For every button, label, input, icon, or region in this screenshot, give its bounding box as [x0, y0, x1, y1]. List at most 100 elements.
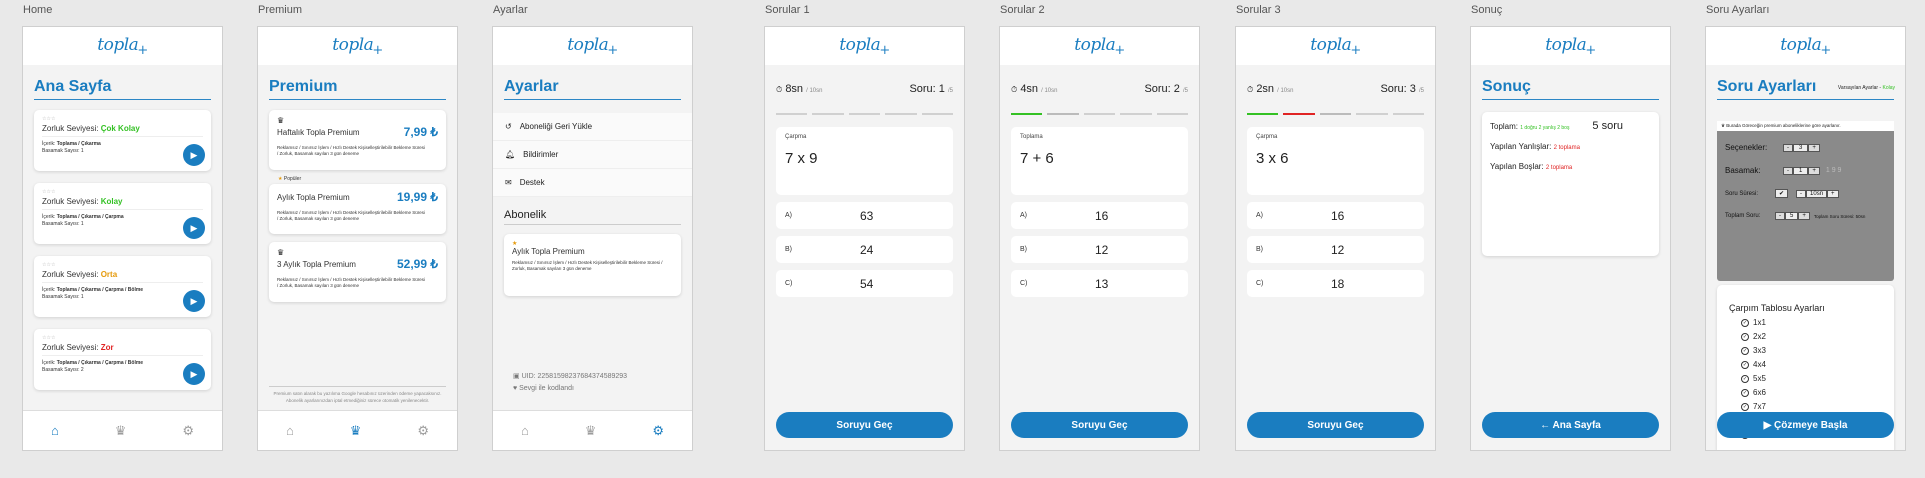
progress-segment: [776, 113, 808, 115]
digit-count: Basamak Sayısı: 1: [42, 221, 84, 227]
crown-icon[interactable]: ♛: [585, 423, 597, 439]
restore-subscription-item[interactable]: ↺ Aboneliği Geri Yükle: [493, 113, 692, 141]
multiplication-option[interactable]: ✓ 4x4: [1741, 360, 1894, 369]
increment-button[interactable]: +: [1827, 189, 1839, 198]
play-button[interactable]: ▶: [183, 363, 205, 385]
uid-text: ▣ UID: 22581598237684374589293: [513, 373, 628, 380]
progress-segment: [921, 113, 954, 115]
frame-label-soru-ayarlari: Soru Ayarları: [1706, 4, 1770, 16]
stars: ☆☆☆: [42, 335, 56, 341]
support-item[interactable]: ✉ Destek: [493, 169, 692, 197]
home-button[interactable]: ← Ana Sayfa: [1482, 412, 1659, 438]
premium-plan-card[interactable]: ♛ 3 Aylık Topla Premium 52,99 ₺ Reklamsız /…: [269, 242, 446, 302]
skip-question-button[interactable]: Soruyu Geç: [776, 412, 953, 438]
plan-price: 52,99 ₺: [397, 257, 438, 271]
premium-note: ♛ Burada Göreceğin premium aboneliklerin…: [1717, 121, 1894, 131]
crown-icon[interactable]: ♛: [350, 423, 362, 439]
premium-plan-card[interactable]: Aylık Topla Premium 19,99 ₺ Reklamsız / Sı…: [269, 184, 446, 234]
logo: topla+: [567, 34, 618, 58]
decrement-button[interactable]: -: [1796, 189, 1807, 198]
premium-plan-card[interactable]: ♛ Haftalık Topla Premium 7,99 ₺ Reklamsız /…: [269, 110, 446, 170]
answer-option[interactable]: A) 16: [1247, 202, 1424, 229]
operation-label: Çarpma: [1256, 134, 1278, 140]
app-header: topla+: [23, 27, 222, 65]
home-icon[interactable]: ⌂: [51, 423, 59, 438]
option-value: 54: [860, 276, 874, 291]
start-button[interactable]: ▶ Çözmeye Başla: [1717, 412, 1894, 438]
digits-value[interactable]: 1: [1793, 166, 1809, 175]
plan-name: Aylık Topla Premium: [277, 192, 350, 202]
multiplication-option[interactable]: ✓ 1x1: [1741, 318, 1894, 327]
total-value[interactable]: 5: [1785, 212, 1799, 220]
notifications-item[interactable]: 🔔︎ Bildirimler: [493, 141, 692, 169]
option-letter: A): [1020, 212, 1027, 219]
play-button[interactable]: ▶: [183, 290, 205, 312]
increment-button[interactable]: +: [1798, 212, 1810, 220]
timer: ⏱ 8sn / 10sn: [776, 83, 823, 95]
answer-option[interactable]: A) 16: [1011, 202, 1188, 229]
answer-option[interactable]: C) 18: [1247, 270, 1424, 297]
answer-option[interactable]: B) 12: [1011, 236, 1188, 263]
answer-option[interactable]: A) 63: [776, 202, 953, 229]
default-settings-link[interactable]: Varsayılan Ayarlar - Kolay: [1838, 85, 1895, 91]
timer: ⏱ 4sn / 10sn: [1011, 83, 1058, 95]
total-setting: Toplam Soru: -5 + Toplam Soru Süresi: 50sn: [1725, 212, 1866, 220]
total-row: Toplam: 1 doğru 2 yanlış 2 boş: [1490, 122, 1570, 131]
answer-option[interactable]: C) 13: [1011, 270, 1188, 297]
play-button[interactable]: ▶: [183, 144, 205, 166]
option-value: 12: [1331, 242, 1345, 257]
multiplication-option[interactable]: ✓ 2x2: [1741, 332, 1894, 341]
support-label: Destek: [519, 178, 545, 187]
play-button[interactable]: ▶: [183, 217, 205, 239]
subscription-section-title: Abonelik: [504, 209, 681, 225]
option-letter: B): [1256, 246, 1263, 253]
increment-button[interactable]: +: [1808, 166, 1820, 175]
difficulty-card[interactable]: ☆☆☆ Zorluk Seviyesi: Orta İçerik: Toplama …: [34, 256, 211, 317]
multiplication-option[interactable]: ✓ 6x6: [1741, 388, 1894, 397]
multiplication-option[interactable]: ✓ 7x7: [1741, 402, 1894, 411]
skip-question-button[interactable]: Soruyu Geç: [1011, 412, 1188, 438]
time-value[interactable]: 10sn: [1806, 189, 1828, 198]
home-icon[interactable]: ⌂: [521, 423, 529, 438]
app-header: topla+: [1706, 27, 1905, 65]
gear-icon[interactable]: ⚙: [652, 423, 664, 439]
digits-preview: 1 9 9: [1825, 167, 1842, 174]
options-value[interactable]: 3: [1793, 143, 1809, 152]
content-ops: İçerik: Toplama / Çıkarma / Çarpma / Böl…: [42, 360, 144, 366]
check-icon: ✓: [1741, 318, 1749, 327]
check-icon: ✓: [1741, 332, 1749, 341]
option-letter: B): [1020, 246, 1027, 253]
difficulty-card[interactable]: ☆☆☆ Zorluk Seviyesi: Zor İçerik: Toplama /…: [34, 329, 211, 390]
multiplication-option[interactable]: ✓ 5x5: [1741, 374, 1894, 383]
question-status: ⏱ 4sn / 10sn Soru: 2 /5: [1000, 65, 1199, 113]
digit-count: Basamak Sayısı: 1: [42, 148, 84, 154]
increment-button[interactable]: +: [1808, 143, 1820, 152]
option-value: 16: [1095, 208, 1109, 223]
gear-icon[interactable]: ⚙: [182, 423, 194, 439]
question-status: ⏱ 8sn / 10sn Soru: 1 /5: [765, 65, 964, 113]
difficulty-card[interactable]: ☆☆☆ Zorluk Seviyesi: Kolay İçerik: Toplama…: [34, 183, 211, 244]
answer-option[interactable]: B) 12: [1247, 236, 1424, 263]
difficulty-card[interactable]: ☆☆☆ Zorluk Seviyesi: Çok Kolay İçerik: Top…: [34, 110, 211, 171]
home-icon[interactable]: ⌂: [286, 423, 294, 438]
crown-icon[interactable]: ♛: [115, 423, 127, 439]
decrement-button[interactable]: -: [1783, 143, 1793, 152]
decrement-button[interactable]: -: [1783, 166, 1793, 175]
premium-locked-panel: ♛ Burada Göreceğin premium aboneliklerin…: [1717, 121, 1894, 281]
answer-option[interactable]: C) 54: [776, 270, 953, 297]
option-letter: C): [1020, 280, 1028, 287]
frame-label-home: Home: [23, 4, 53, 16]
answer-option[interactable]: B) 24: [776, 236, 953, 263]
gear-icon[interactable]: ⚙: [417, 423, 429, 439]
multiplication-option[interactable]: ✓ 3x3: [1741, 346, 1894, 355]
time-checkbox[interactable]: ✔: [1775, 189, 1789, 198]
decrement-button[interactable]: -: [1775, 212, 1785, 220]
skip-question-button[interactable]: Soruyu Geç: [1247, 412, 1424, 438]
page-title: Ayarlar: [504, 78, 681, 100]
progress-bar: [1011, 113, 1189, 115]
logo: topla+: [332, 34, 383, 58]
stars: ☆☆☆: [42, 116, 56, 122]
digits-setting: Basamak: -1 +1 9 9: [1725, 166, 1842, 175]
logo: topla+: [97, 34, 148, 58]
timer: ⏱ 2sn / 10sn: [1247, 83, 1294, 95]
